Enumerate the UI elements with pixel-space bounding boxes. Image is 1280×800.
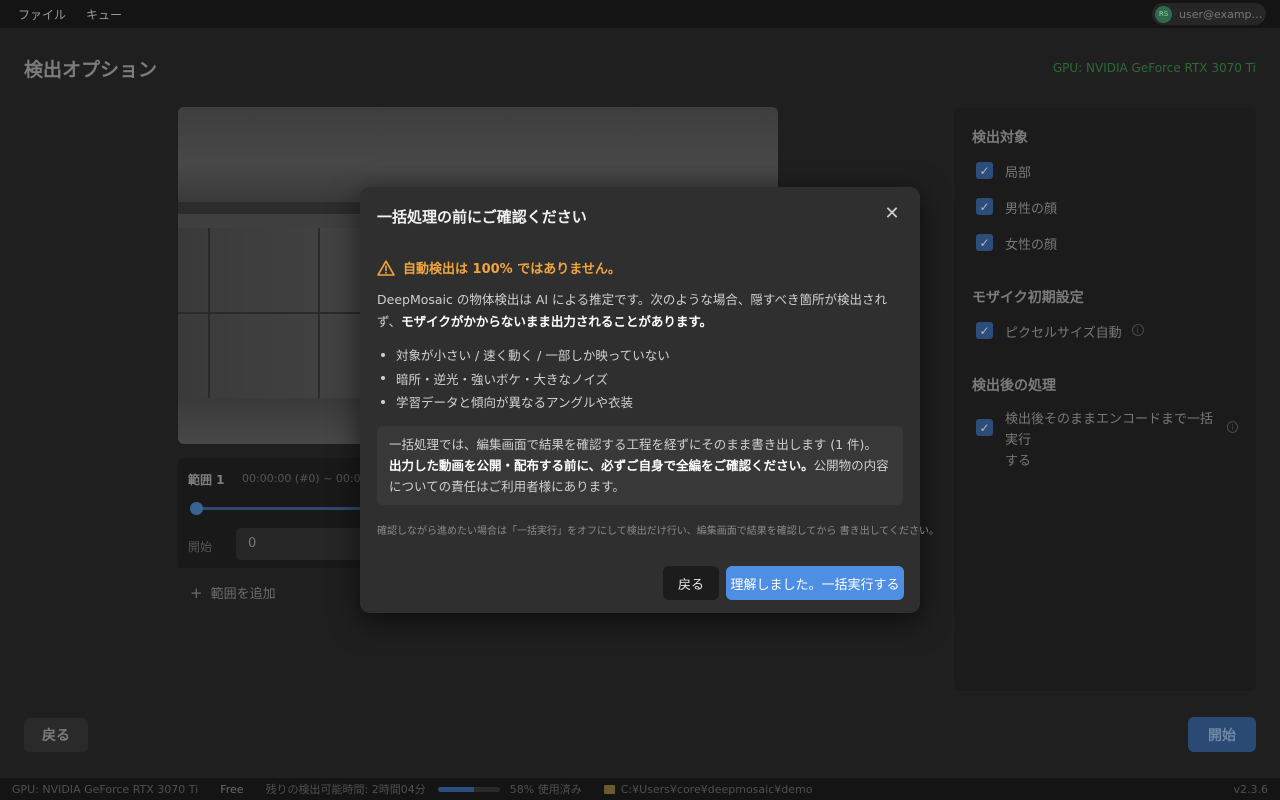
warning-text: 自動検出は 100% ではありません。 <box>403 262 621 277</box>
dialog-back-button[interactable]: 戻る <box>663 566 719 600</box>
note-line: 一括処理では、編集画面で結果を確認する工程を経ずにそのまま書き出します (1 件… <box>389 437 877 452</box>
dialog-body: DeepMosaic の物体検出は AI による推定です。次のような場合、隠すべ… <box>377 289 902 333</box>
note-box: 一括処理では、編集画面で結果を確認する工程を経ずにそのまま書き出します (1 件… <box>377 426 903 505</box>
list-item: 学習データと傾向が異なるアングルや衣装 <box>381 390 901 414</box>
bullet-icon <box>381 352 385 357</box>
warning-icon <box>377 259 395 276</box>
app-window: ファイル キュー RS user@example... 検出オプション GPU:… <box>0 0 1280 800</box>
list-item-text: 暗所・逆光・強いボケ・大きなノイズ <box>396 371 609 387</box>
bullet-icon <box>381 399 385 404</box>
close-icon[interactable]: ✕ <box>882 204 902 224</box>
list-item: 対象が小さい / 速く動く / 一部しか映っていない <box>381 343 901 367</box>
dialog-hint: 確認しながら進めたい場合は「一括実行」をオフにして検出だけ行い、編集画面で結果を… <box>377 526 939 537</box>
dialog-confirm-button[interactable]: 理解しました。一括実行する <box>726 566 904 600</box>
list-item-text: 学習データと傾向が異なるアングルや衣装 <box>396 395 634 411</box>
list-item: 暗所・逆光・強いボケ・大きなノイズ <box>381 367 901 391</box>
confirm-dialog: 一括処理の前にご確認ください ✕ 自動検出は 100% ではありません。 Dee… <box>360 187 939 613</box>
note-emphasis: 出力した動画を公開・配布する前に、必ずご自身で全編をご確認ください。 <box>389 458 814 473</box>
dialog-body-emphasis: モザイクがかからないまま出力されることがあります。 <box>401 314 713 329</box>
dialog-title: 一括処理の前にご確認ください <box>377 208 587 226</box>
risk-list: 対象が小さい / 速く動く / 一部しか映っていない 暗所・逆光・強いボケ・大き… <box>381 343 901 414</box>
list-item-text: 対象が小さい / 速く動く / 一部しか映っていない <box>396 348 670 364</box>
bullet-icon <box>381 376 385 381</box>
warning-row: 自動検出は 100% ではありません。 <box>377 258 621 277</box>
